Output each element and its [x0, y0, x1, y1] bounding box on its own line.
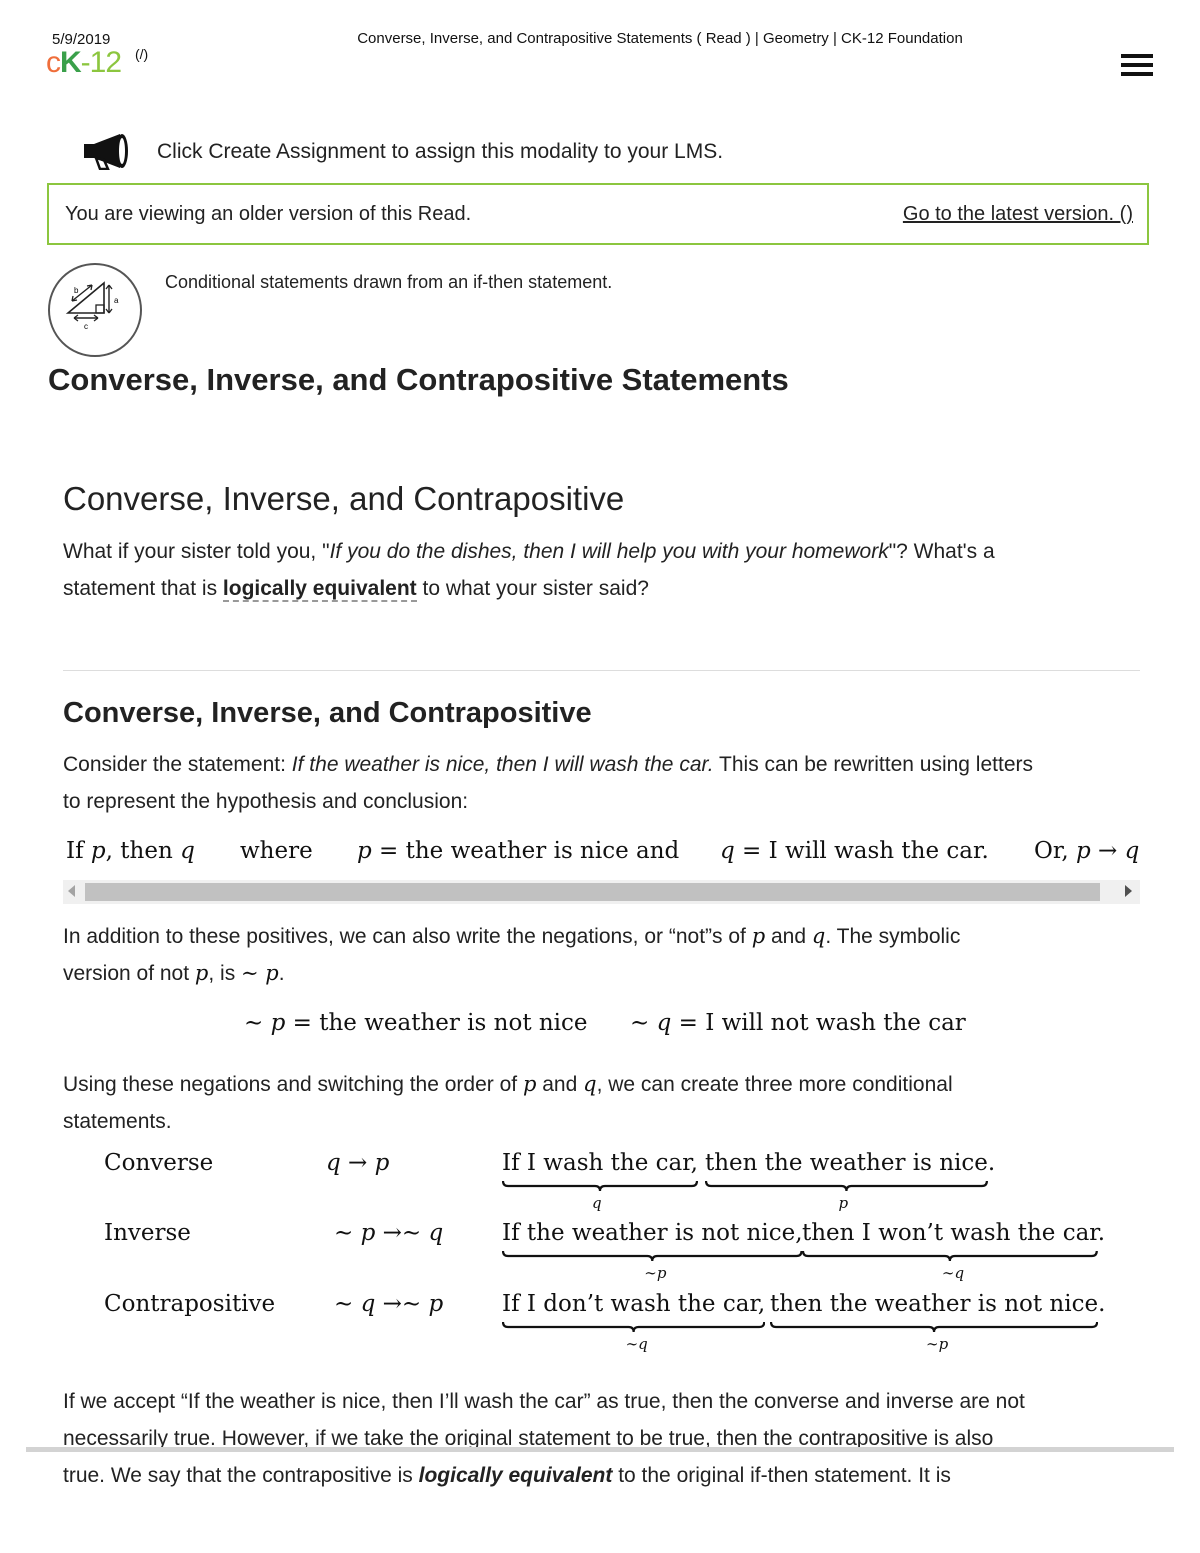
statement-part-1: If I wash the car, — [502, 1150, 698, 1176]
triangle-label-b: b — [74, 286, 79, 295]
right-triangle-icon: b a c — [65, 281, 119, 331]
triangle-label-c: c — [84, 322, 88, 331]
intro-text: What if your sister told you, " — [63, 540, 330, 563]
megaphone-icon — [84, 134, 128, 170]
p-definition: p = the weather is nice and — [357, 838, 680, 864]
underbrace — [705, 1180, 988, 1192]
page-title: Converse, Inverse, and Contrapositive St… — [357, 30, 963, 47]
underbrace-label: ∼p — [644, 1264, 667, 1282]
underbrace — [502, 1321, 766, 1333]
underbrace — [502, 1250, 803, 1262]
lms-notice: Click Create Assignment to assign this m… — [157, 140, 724, 163]
consider-statement: If the weather is nice, then I will wash… — [291, 753, 714, 776]
not-q-definition: ∼ q = I will not wash the car — [630, 1010, 966, 1036]
section-heading: Converse, Inverse, and Contrapositive — [63, 697, 592, 729]
underbrace-label: p — [838, 1194, 849, 1212]
intro-text-end: "? What's a — [888, 540, 995, 563]
concept-title: Converse, Inverse, and Contrapositive St… — [48, 362, 789, 397]
statement-name: Contrapositive — [104, 1291, 276, 1317]
version-banner-text: You are viewing an older version of this… — [65, 203, 472, 225]
underbrace — [770, 1321, 1099, 1333]
q-definition: q = I will wash the car. — [720, 838, 989, 864]
intro-paragraph: What if your sister told you, "If you do… — [63, 533, 995, 607]
glossary-term-logically-equivalent[interactable]: logically equivalent — [222, 577, 417, 602]
latest-version-link[interactable]: Go to the latest version. () — [903, 203, 1133, 226]
statement-part-1: If the weather is not nice, — [502, 1220, 803, 1246]
intro-quote: If you do the dishes, then I will help y… — [329, 540, 889, 563]
logically-equivalent-term: logically equivalent — [418, 1464, 613, 1487]
logo-link[interactable]: (/) — [135, 46, 148, 62]
statement-part-2: then the weather is nice. — [705, 1150, 996, 1176]
where-word: where — [240, 838, 313, 864]
concept-description: Conditional statements drawn from an if-… — [165, 272, 613, 292]
version-banner: You are viewing an older version of this… — [47, 183, 1149, 245]
logo-12: -12 — [80, 46, 122, 79]
using-paragraph: Using these negations and switching the … — [63, 1072, 953, 1133]
statement-symbol: q → p — [326, 1150, 390, 1176]
logo-k: K — [60, 46, 82, 79]
underbrace — [502, 1180, 698, 1192]
not-p-definition: ∼ p = the weather is not nice — [244, 1010, 588, 1036]
underbrace-label: ∼p — [926, 1335, 949, 1353]
intro-heading: Converse, Inverse, and Contrapositive — [63, 480, 625, 517]
closing-paragraph: If we accept “If the weather is nice, th… — [63, 1390, 1025, 1487]
if-p-then-q: If p, then q — [66, 838, 195, 864]
statement-part-2: then the weather is not nice. — [770, 1291, 1106, 1317]
consider-paragraph: Consider the statement: If the weather i… — [63, 746, 1033, 820]
intro-text-2-end: to what your sister said? — [416, 577, 649, 600]
consider-text-line2: to represent the hypothesis and conclusi… — [63, 790, 469, 813]
triangle-label-a: a — [114, 296, 119, 305]
scrollbar-thumb[interactable] — [85, 883, 1100, 901]
statement-symbol: ∼ q →∼ p — [334, 1291, 444, 1317]
math-horizontal-scrollbar[interactable] — [63, 880, 1140, 904]
ck12-logo[interactable]: cK-12 — [46, 46, 122, 80]
statement-part-1: If I don’t wash the car, — [502, 1291, 766, 1317]
underbrace-label: ∼q — [941, 1264, 965, 1282]
or-p-implies-q: Or, p → q — [1034, 838, 1139, 864]
math-definition-row: If p, then q where p = the weather is ni… — [66, 838, 1139, 874]
underbrace — [802, 1250, 1098, 1262]
consider-text-end: This can be rewritten using letters — [713, 753, 1033, 776]
statement-part-2: then I won’t wash the car. — [802, 1220, 1106, 1246]
section-divider — [63, 670, 1140, 671]
statement-name: Inverse — [104, 1220, 191, 1246]
hamburger-menu-icon[interactable] — [1121, 54, 1153, 76]
scroll-left-arrow-icon[interactable] — [68, 885, 75, 897]
negation-paragraph: In addition to these positives, we can a… — [63, 924, 961, 985]
intro-text-2: statement that is — [63, 577, 223, 600]
consider-text: Consider the statement: — [63, 753, 292, 776]
page-break-divider — [26, 1447, 1174, 1452]
concept-badge: b a c — [48, 263, 142, 357]
scroll-right-arrow-icon[interactable] — [1125, 885, 1132, 897]
statement-name: Converse — [104, 1150, 214, 1176]
underbrace-label: q — [591, 1194, 602, 1212]
statement-symbol: ∼ p →∼ q — [334, 1220, 444, 1246]
logo-c: c — [46, 46, 61, 79]
underbrace-label: ∼q — [625, 1335, 648, 1353]
